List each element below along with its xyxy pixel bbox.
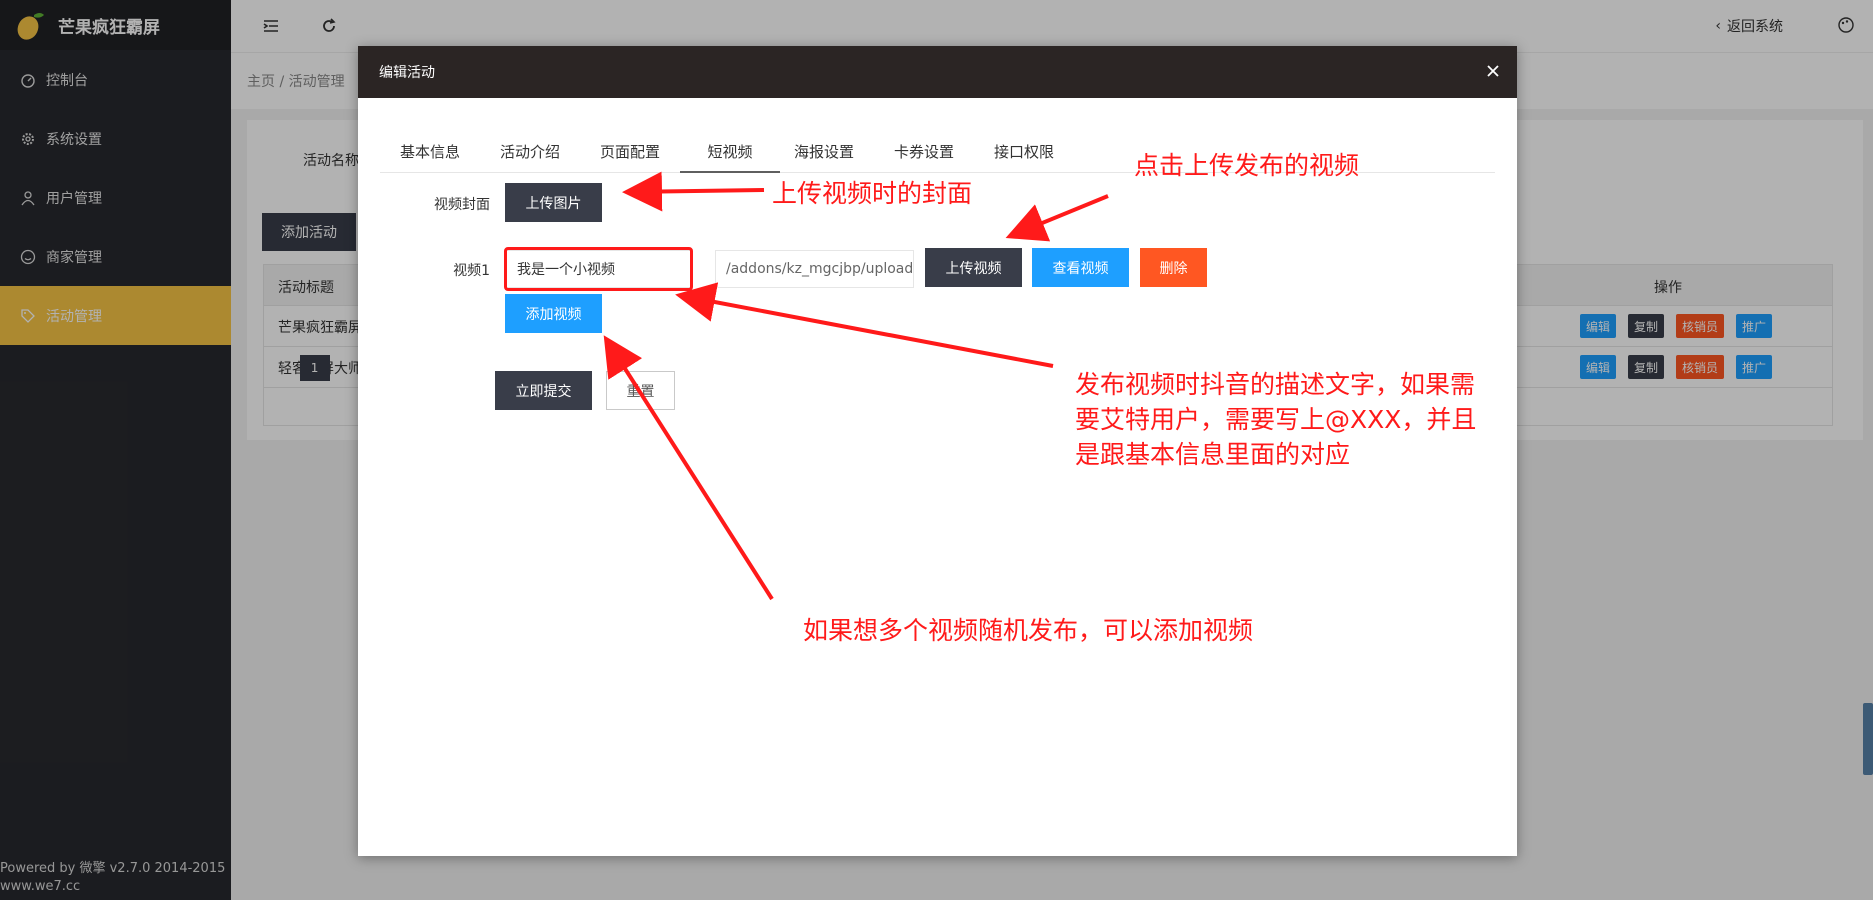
annotation-description-line: 发布视频时抖音的描述文字，如果需	[1075, 370, 1476, 399]
tab-coupon-settings[interactable]: 卡券设置	[874, 132, 974, 172]
upload-video-button[interactable]: 上传视频	[925, 248, 1022, 287]
annotation-description-line: 是跟基本信息里面的对应	[1075, 440, 1351, 469]
modal-header: 编辑活动	[358, 46, 1517, 98]
tab-activity-intro[interactable]: 活动介绍	[480, 132, 580, 172]
annotation-upload: 点击上传发布的视频	[1134, 151, 1360, 180]
video-cover-label: 视频封面	[434, 197, 490, 213]
modal-title: 编辑活动	[379, 65, 435, 81]
tab-page-config[interactable]: 页面配置	[580, 132, 680, 172]
side-scroll-handle[interactable]	[1863, 703, 1873, 775]
tab-basic-info[interactable]: 基本信息	[380, 132, 480, 172]
close-icon[interactable]	[1483, 61, 1503, 81]
reset-button[interactable]: 重置	[606, 371, 675, 410]
delete-video-button[interactable]: 删除	[1140, 248, 1207, 287]
description-highlight-box	[504, 247, 693, 291]
video-path-input[interactable]: /addons/kz_mgcjbp/upload/2	[715, 250, 914, 288]
view-video-button[interactable]: 查看视频	[1032, 248, 1129, 287]
upload-image-button[interactable]: 上传图片	[505, 183, 602, 222]
video-1-label: 视频1	[453, 263, 490, 279]
annotation-cover: 上传视频时的封面	[772, 179, 973, 208]
tab-api-permissions[interactable]: 接口权限	[974, 132, 1074, 172]
annotation-description-line: 要艾特用户，需要写上@XXX，并且	[1075, 405, 1477, 434]
tab-short-video[interactable]: 短视频	[680, 132, 780, 173]
tab-poster-settings[interactable]: 海报设置	[774, 132, 874, 172]
annotation-add-video: 如果想多个视频随机发布，可以添加视频	[803, 616, 1254, 645]
submit-button[interactable]: 立即提交	[495, 371, 592, 410]
annotation-description: 发布视频时抖音的描述文字，如果需 要艾特用户，需要写上@XXX，并且 是跟基本信…	[1075, 367, 1476, 472]
add-video-button[interactable]: 添加视频	[505, 294, 602, 333]
